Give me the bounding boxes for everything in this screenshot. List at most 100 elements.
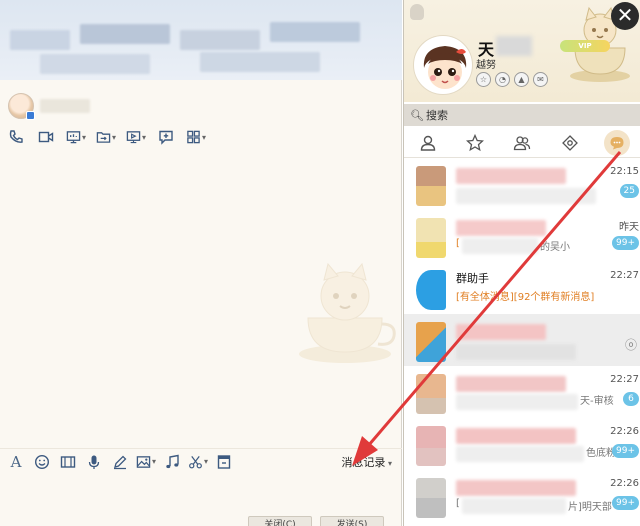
screen-share-icon[interactable] — [66, 127, 86, 147]
list-item[interactable]: 色底粉 22:26 99+ — [404, 418, 640, 470]
close-icon[interactable]: ✕ — [611, 2, 639, 30]
tab-contacts[interactable] — [415, 130, 441, 156]
send-button[interactable]: 发送(S) — [320, 516, 384, 526]
blurred-title — [270, 22, 360, 42]
shake-icon[interactable] — [214, 452, 234, 472]
file-transfer-icon[interactable] — [96, 127, 116, 147]
chat-bubble-icon — [610, 136, 624, 149]
space-icon[interactable]: ▲ — [514, 72, 529, 87]
list-item[interactable]: ⓞ — [404, 314, 640, 366]
close-button[interactable]: 关闭(C) — [248, 516, 312, 526]
image-icon[interactable] — [136, 452, 156, 472]
tab-bar — [404, 128, 640, 158]
blurred-title — [456, 376, 566, 392]
mute-eye-icon[interactable]: ⓞ — [625, 336, 637, 353]
tab-messages[interactable] — [604, 129, 631, 156]
conversation-title: 群助手 — [456, 272, 489, 285]
unread-badge: 6 — [623, 392, 639, 406]
profile-header: ✕ 天 越努 VIP ☆ ◔ ▲ ✉ — [404, 0, 640, 102]
cat-cup-watermark — [299, 262, 396, 363]
unread-badge: 99+ — [612, 236, 639, 250]
contact-bar — [8, 92, 90, 120]
blurred-preview — [462, 498, 566, 514]
pen-icon[interactable] — [110, 452, 130, 472]
blurred-title — [456, 480, 576, 496]
message-input[interactable] — [0, 474, 402, 514]
group-icon — [514, 135, 531, 150]
blurred-preview — [456, 188, 596, 204]
blurred-title — [456, 220, 546, 236]
music-icon[interactable] — [162, 452, 182, 472]
blurred-title — [200, 52, 320, 72]
timestamp: 昨天 — [619, 222, 639, 233]
contact-icon — [420, 135, 435, 151]
list-item[interactable]: 22:15 25 — [404, 158, 640, 210]
timestamp: 22:27 — [610, 374, 639, 385]
unread-badge: 99+ — [612, 444, 639, 458]
message-area — [0, 152, 402, 446]
user-name-blur — [496, 36, 532, 56]
phone-icon[interactable] — [6, 127, 26, 147]
screenshot-icon[interactable] — [188, 452, 208, 472]
list-item[interactable]: [ 的吴小 昨天 99+ — [404, 210, 640, 262]
mail-icon[interactable]: ✉ — [533, 72, 548, 87]
qq-logo — [410, 4, 424, 20]
tab-groups[interactable] — [509, 130, 535, 156]
emoji-icon[interactable] — [32, 452, 52, 472]
search-placeholder: 搜索 — [425, 109, 448, 122]
tab-apps[interactable] — [557, 130, 583, 156]
status-badge — [26, 111, 35, 120]
list-item[interactable]: 天-审核 22:27 6 — [404, 366, 640, 418]
blurred-preview — [456, 446, 584, 462]
avatar — [416, 478, 446, 518]
avatar[interactable] — [8, 93, 35, 120]
timestamp: 22:26 — [610, 478, 639, 489]
timestamp: 22:26 — [610, 426, 639, 437]
avatar — [416, 426, 446, 466]
level-icon[interactable]: ☆ — [476, 72, 491, 87]
avatar — [416, 270, 446, 310]
status-icons: ☆ ◔ ▲ ✉ — [476, 72, 548, 87]
avatar[interactable] — [414, 36, 472, 94]
avatar — [416, 374, 446, 414]
blurred-title — [10, 30, 70, 50]
bottom-buttons: 关闭(C) 发送(S) — [248, 516, 384, 526]
weather-icon[interactable]: ◔ — [495, 72, 510, 87]
message-preview-suffix: 的吴小 — [540, 242, 570, 253]
message-history-button[interactable]: 消息记录 — [341, 454, 392, 470]
chat-header — [0, 0, 402, 80]
search-input[interactable]: 🔍︎ 搜索 — [404, 104, 640, 126]
blurred-title — [456, 168, 566, 184]
timestamp: 22:27 — [610, 270, 639, 281]
list-item[interactable]: 群助手 [有全体消息][92个群有新消息] 22:27 — [404, 262, 640, 314]
voice-icon[interactable] — [84, 452, 104, 472]
list-item[interactable]: [ 片]明天部 22:26 99+ — [404, 470, 640, 522]
unread-badge: 25 — [619, 184, 639, 198]
chat-toolbar — [6, 126, 206, 148]
blurred-preview — [456, 344, 576, 360]
video-icon[interactable] — [36, 127, 56, 147]
timestamp: 22:15 — [610, 166, 639, 177]
add-icon[interactable] — [156, 127, 176, 147]
apps-icon[interactable] — [186, 127, 206, 147]
search-icon: 🔍︎ — [410, 108, 424, 122]
avatar — [416, 166, 446, 206]
blurred-title — [180, 30, 260, 50]
signature[interactable]: 越努 — [476, 56, 496, 71]
conversation-list: 22:15 25 [ 的吴小 昨天 99+ 群助手 [有全体消息][92个群有新… — [404, 158, 640, 526]
vip-badge[interactable]: VIP — [560, 40, 610, 52]
message-preview: [ — [456, 238, 460, 249]
magic-expression-icon[interactable] — [58, 452, 78, 472]
diamond-icon — [561, 134, 578, 151]
tab-favorites[interactable] — [462, 130, 488, 156]
blurred-title — [80, 24, 170, 44]
message-preview-suffix: 片]明天部 — [568, 502, 612, 513]
blurred-title — [40, 54, 150, 74]
unread-badge: 99+ — [612, 496, 639, 510]
avatar — [416, 218, 446, 258]
remote-desktop-icon[interactable] — [126, 127, 146, 147]
message-preview: [有全体消息][92个群有新消息] — [456, 292, 595, 303]
avatar — [416, 322, 446, 362]
star-icon — [466, 133, 485, 151]
font-icon[interactable]: A — [6, 452, 26, 472]
